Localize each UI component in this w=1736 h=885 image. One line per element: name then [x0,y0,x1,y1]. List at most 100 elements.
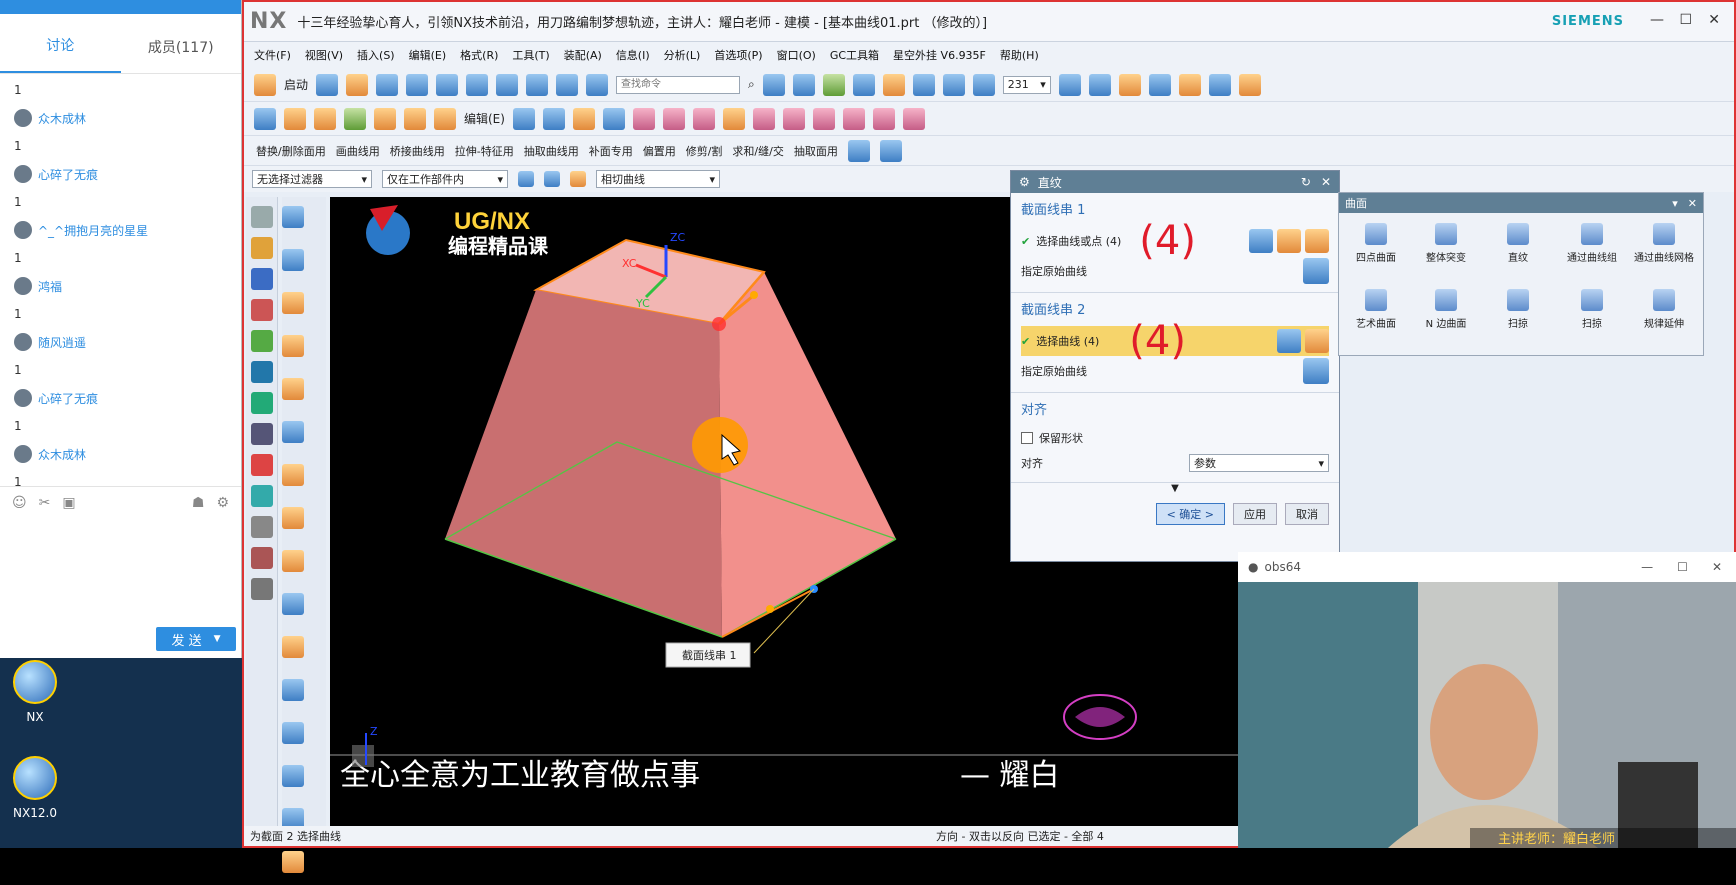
command-extrude-feature[interactable]: 拉伸-特征用 [455,143,514,159]
command-offset[interactable]: 偏置用 [643,143,676,159]
zoom-select[interactable]: 231 ▾ [1002,75,1051,94]
sync-delete-icon[interactable] [662,107,685,130]
message-user[interactable]: 鸿福 [38,278,62,295]
scissors-icon[interactable]: ✂ [39,495,51,511]
dimension-icon[interactable] [1208,73,1231,96]
message-user[interactable]: 众木成林 [38,446,86,463]
roles-icon[interactable] [250,516,273,538]
clock-icon[interactable] [250,423,273,445]
select-box-icon[interactable] [570,171,586,187]
global-shaping-button[interactable]: 整体突变 [1411,223,1481,264]
cut-block-icon[interactable] [282,636,304,658]
datum-icon[interactable] [344,107,366,130]
offset-face-icon[interactable] [602,107,625,130]
sync-offset-icon[interactable] [752,107,775,130]
cancel-button[interactable]: 取消 [1285,503,1329,525]
select-icon[interactable] [556,73,579,96]
menu-info[interactable]: 信息(I) [616,47,650,63]
desktop-icon-nx12[interactable]: NX12.0 [0,756,70,820]
message-user[interactable]: 心碎了无痕 [38,390,98,407]
command-replace-delete[interactable]: 替换/删除面用 [256,143,326,159]
select-curve-row-2[interactable]: ✔ 选择曲线 (4) (4) [1021,321,1329,361]
send-button[interactable]: 发 送 ▼ [156,627,236,651]
sync-resize-icon[interactable] [782,107,805,130]
close-icon[interactable]: ✕ [1712,560,1722,574]
user-icon[interactable]: ☗ [192,495,205,511]
cube-outline-icon[interactable] [282,851,304,873]
close-icon[interactable]: ✕ [1688,197,1697,210]
chevron-down-icon[interactable]: ▾ [1672,197,1678,210]
menu-analysis[interactable]: 分析(L) [664,47,701,63]
select-all-icon[interactable] [544,171,560,187]
chevron-down-icon[interactable]: ▼ [214,634,221,644]
new-file-icon[interactable] [316,73,339,96]
align-select[interactable]: 参数 ▾ [1189,454,1329,472]
law-extension-button[interactable]: 规律延伸 [1629,289,1699,330]
ruler-icon[interactable] [1238,73,1261,96]
command-extract-curve[interactable]: 抽取曲线用 [524,143,579,159]
curve-rule-icon[interactable] [1277,329,1301,353]
desktop-icon-nx[interactable]: NX [0,660,70,724]
unite-icon[interactable] [404,107,426,130]
menu-help[interactable]: 帮助(H) [1000,47,1039,63]
blend-icon[interactable] [512,107,535,130]
minimize-icon[interactable]: — [1650,12,1664,28]
process-icon[interactable] [250,485,273,507]
close-icon[interactable]: ✕ [1708,12,1720,28]
stack-icon[interactable] [282,507,304,529]
emoji-icon[interactable]: ☺ [12,495,27,511]
menu-assembly[interactable]: 装配(A) [564,47,602,63]
menu-edit[interactable]: 编辑(E) [409,47,447,63]
scope-select[interactable]: 仅在工作部件内 ▾ [382,170,508,188]
tab-members[interactable]: 成员(117) [121,37,242,73]
cube-icon[interactable] [282,722,304,744]
reset-icon[interactable]: ↻ [1301,175,1311,189]
align-title[interactable]: 对齐 [1021,399,1329,418]
ruled-button[interactable]: 直纹 [1483,223,1553,264]
layer-settings-icon[interactable] [1058,73,1081,96]
face-icon[interactable] [282,249,304,271]
assembly-navigator-icon[interactable] [250,237,273,259]
offset-icon[interactable] [282,765,304,787]
part-navigator-icon[interactable] [250,299,273,321]
extrude-icon[interactable] [282,378,304,400]
copy-icon[interactable] [436,73,459,96]
book-icon[interactable] [282,593,304,615]
ok-button[interactable]: < 确定 > [1155,503,1225,525]
fit-view-icon[interactable] [762,73,785,96]
maximize-icon[interactable]: ☐ [1679,12,1692,28]
layer-icon[interactable] [942,73,965,96]
command-boolean[interactable]: 求和/缝/交 [732,143,783,159]
render-icon[interactable] [822,73,845,96]
search-icon[interactable]: ⌕ [748,77,755,92]
undo-icon[interactable] [496,73,519,96]
command-extract-face[interactable]: 抽取面用 [794,143,838,159]
sync-paste-icon[interactable] [842,107,865,130]
command-bridge-curve[interactable]: 桥接曲线用 [390,143,445,159]
sync-move-icon[interactable] [632,107,655,130]
gear-icon[interactable] [250,206,273,228]
menu-tools[interactable]: 工具(T) [512,47,549,63]
curve-rule-select[interactable]: 相切曲线 ▾ [596,170,720,188]
command-search-input[interactable] [616,75,741,94]
motion-icon[interactable] [1148,73,1171,96]
solid-icon[interactable] [282,335,304,357]
pattern-icon[interactable] [282,550,304,572]
menu-preferences[interactable]: 首选项(P) [714,47,762,63]
through-curve-mesh-button[interactable]: 通过曲线网格 [1629,223,1699,264]
message-list[interactable]: 1 众木成林 1 心碎了无痕 1 ^_^拥抱月亮的星星 1 鸿福 1 随风逍遥 … [0,74,241,486]
origin-curve-icon[interactable] [1303,258,1329,284]
studio-surface-button[interactable]: 艺术曲面 [1341,289,1411,330]
four-point-surface-button[interactable]: 四点曲面 [1341,223,1411,264]
select-curve-icon[interactable] [1305,329,1329,353]
menu-plugin[interactable]: 星空外挂 V6.935F [893,47,986,63]
more-options-icon[interactable]: ▼ [1011,483,1339,499]
background-icon[interactable] [912,73,935,96]
swept-button-2[interactable]: 扫掠 [1557,289,1627,330]
shell-icon[interactable] [572,107,595,130]
subtract-icon[interactable] [434,107,456,130]
view-orient-icon[interactable] [972,73,995,96]
menu-format[interactable]: 格式(R) [460,47,498,63]
section-2-title[interactable]: 截面线串 2 [1021,299,1329,318]
menu-view[interactable]: 视图(V) [305,47,343,63]
